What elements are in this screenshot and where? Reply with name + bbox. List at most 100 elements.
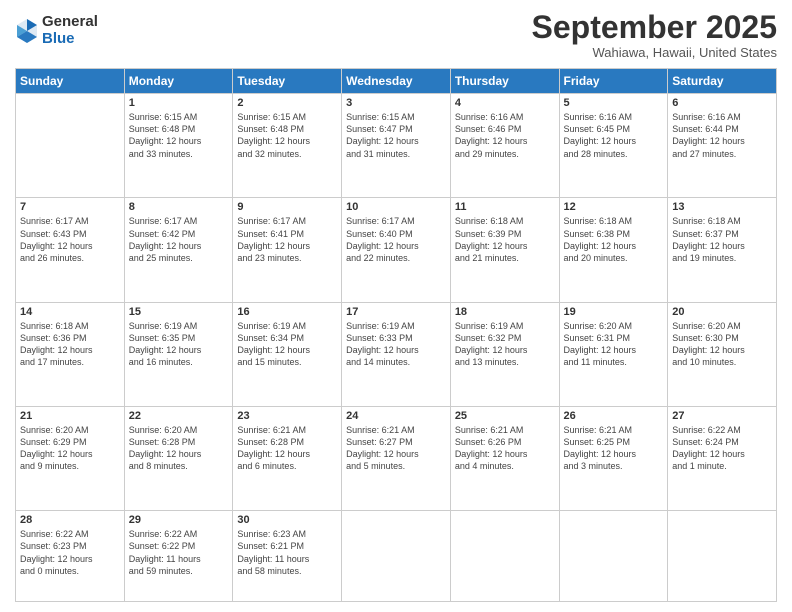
day-cell: 13 Sunrise: 6:18 AMSunset: 6:37 PMDayligh… xyxy=(668,198,777,302)
day-info: Sunrise: 6:15 AMSunset: 6:48 PMDaylight:… xyxy=(237,111,337,160)
day-info: Sunrise: 6:17 AMSunset: 6:41 PMDaylight:… xyxy=(237,215,337,264)
day-info: Sunrise: 6:21 AMSunset: 6:27 PMDaylight:… xyxy=(346,424,446,473)
day-cell: 23Sunrise: 6:21 AMSunset: 6:28 PMDayligh… xyxy=(233,407,342,511)
day-cell: 19Sunrise: 6:20 AMSunset: 6:31 PMDayligh… xyxy=(559,302,668,406)
day-number: 12 xyxy=(564,201,664,213)
header-cell-tuesday: Tuesday xyxy=(233,69,342,94)
day-info: Sunrise: 6:20 AMSunset: 6:28 PMDaylight:… xyxy=(129,424,229,473)
header-cell-saturday: Saturday xyxy=(668,69,777,94)
day-info: Sunrise: 6:17 AMSunset: 6:42 PMDaylight:… xyxy=(129,215,229,264)
day-number: 16 xyxy=(237,306,337,318)
day-number: 27 xyxy=(672,410,772,422)
day-number: 1 xyxy=(129,97,229,109)
header-cell-wednesday: Wednesday xyxy=(342,69,451,94)
day-info: Sunrise: 6:15 AMSunset: 6:48 PMDaylight:… xyxy=(129,111,229,160)
day-cell: 1 Sunrise: 6:15 AMSunset: 6:48 PMDaylight… xyxy=(124,94,233,198)
logo-icon xyxy=(15,17,39,45)
day-number: 6 xyxy=(672,97,772,109)
day-cell: 9 Sunrise: 6:17 AMSunset: 6:41 PMDaylight… xyxy=(233,198,342,302)
day-cell: 5 Sunrise: 6:16 AMSunset: 6:45 PMDaylight… xyxy=(559,94,668,198)
day-info: Sunrise: 6:22 AMSunset: 6:24 PMDaylight:… xyxy=(672,424,772,473)
day-cell: 21 Sunrise: 6:20 AMSunset: 6:29 PMDayligh… xyxy=(16,407,125,511)
header-row: SundayMondayTuesdayWednesdayThursdayFrid… xyxy=(16,69,777,94)
day-info: Sunrise: 6:19 AMSunset: 6:34 PMDaylight:… xyxy=(237,320,337,369)
day-number: 29 xyxy=(129,514,229,526)
day-cell: 28 Sunrise: 6:22 AMSunset: 6:23 PMDayligh… xyxy=(16,511,125,602)
day-info: Sunrise: 6:19 AMSunset: 6:35 PMDaylight:… xyxy=(129,320,229,369)
calendar: SundayMondayTuesdayWednesdayThursdayFrid… xyxy=(15,68,777,602)
header-cell-sunday: Sunday xyxy=(16,69,125,94)
day-number: 9 xyxy=(237,201,337,213)
day-cell: 4Sunrise: 6:16 AMSunset: 6:46 PMDaylight… xyxy=(450,94,559,198)
logo: General Blue xyxy=(15,14,98,47)
day-info: Sunrise: 6:16 AMSunset: 6:44 PMDaylight:… xyxy=(672,111,772,160)
day-info: Sunrise: 6:17 AMSunset: 6:40 PMDaylight:… xyxy=(346,215,446,264)
day-info: Sunrise: 6:18 AMSunset: 6:39 PMDaylight:… xyxy=(455,215,555,264)
day-cell: 7Sunrise: 6:17 AMSunset: 6:43 PMDaylight… xyxy=(16,198,125,302)
day-number: 8 xyxy=(129,201,229,213)
day-number: 2 xyxy=(237,97,337,109)
day-cell: 27 Sunrise: 6:22 AMSunset: 6:24 PMDayligh… xyxy=(668,407,777,511)
day-cell: 14 Sunrise: 6:18 AMSunset: 6:36 PMDayligh… xyxy=(16,302,125,406)
day-info: Sunrise: 6:19 AMSunset: 6:32 PMDaylight:… xyxy=(455,320,555,369)
day-cell: 3 Sunrise: 6:15 AMSunset: 6:47 PMDaylight… xyxy=(342,94,451,198)
week-row-3: 14 Sunrise: 6:18 AMSunset: 6:36 PMDayligh… xyxy=(16,302,777,406)
day-info: Sunrise: 6:20 AMSunset: 6:30 PMDaylight:… xyxy=(672,320,772,369)
day-number: 28 xyxy=(20,514,120,526)
day-number: 7 xyxy=(20,201,120,213)
day-info: Sunrise: 6:21 AMSunset: 6:26 PMDaylight:… xyxy=(455,424,555,473)
day-cell: 11Sunrise: 6:18 AMSunset: 6:39 PMDayligh… xyxy=(450,198,559,302)
location: Wahiawa, Hawaii, United States xyxy=(532,45,777,60)
day-cell xyxy=(450,511,559,602)
day-cell: 20 Sunrise: 6:20 AMSunset: 6:30 PMDayligh… xyxy=(668,302,777,406)
header-cell-friday: Friday xyxy=(559,69,668,94)
day-number: 30 xyxy=(237,514,337,526)
header-cell-thursday: Thursday xyxy=(450,69,559,94)
day-info: Sunrise: 6:22 AMSunset: 6:23 PMDaylight:… xyxy=(20,528,120,577)
day-cell xyxy=(342,511,451,602)
day-cell: 2 Sunrise: 6:15 AMSunset: 6:48 PMDaylight… xyxy=(233,94,342,198)
week-row-2: 7Sunrise: 6:17 AMSunset: 6:43 PMDaylight… xyxy=(16,198,777,302)
day-info: Sunrise: 6:20 AMSunset: 6:29 PMDaylight:… xyxy=(20,424,120,473)
week-row-5: 28 Sunrise: 6:22 AMSunset: 6:23 PMDayligh… xyxy=(16,511,777,602)
day-number: 3 xyxy=(346,97,446,109)
day-info: Sunrise: 6:16 AMSunset: 6:45 PMDaylight:… xyxy=(564,111,664,160)
day-number: 5 xyxy=(564,97,664,109)
day-cell: 16 Sunrise: 6:19 AMSunset: 6:34 PMDayligh… xyxy=(233,302,342,406)
day-cell: 24 Sunrise: 6:21 AMSunset: 6:27 PMDayligh… xyxy=(342,407,451,511)
day-number: 18 xyxy=(455,306,555,318)
header: General Blue September 2025 Wahiawa, Haw… xyxy=(15,10,777,60)
day-cell: 29Sunrise: 6:22 AMSunset: 6:22 PMDayligh… xyxy=(124,511,233,602)
day-info: Sunrise: 6:18 AMSunset: 6:36 PMDaylight:… xyxy=(20,320,120,369)
day-info: Sunrise: 6:19 AMSunset: 6:33 PMDaylight:… xyxy=(346,320,446,369)
day-number: 26 xyxy=(564,410,664,422)
day-info: Sunrise: 6:15 AMSunset: 6:47 PMDaylight:… xyxy=(346,111,446,160)
day-cell xyxy=(16,94,125,198)
day-cell: 26Sunrise: 6:21 AMSunset: 6:25 PMDayligh… xyxy=(559,407,668,511)
day-cell: 18 Sunrise: 6:19 AMSunset: 6:32 PMDayligh… xyxy=(450,302,559,406)
day-number: 14 xyxy=(20,306,120,318)
logo-blue: Blue xyxy=(42,31,98,48)
day-info: Sunrise: 6:23 AMSunset: 6:21 PMDaylight:… xyxy=(237,528,337,577)
day-info: Sunrise: 6:18 AMSunset: 6:37 PMDaylight:… xyxy=(672,215,772,264)
day-number: 22 xyxy=(129,410,229,422)
month-title: September 2025 xyxy=(532,10,777,45)
day-number: 13 xyxy=(672,201,772,213)
day-number: 24 xyxy=(346,410,446,422)
day-info: Sunrise: 6:18 AMSunset: 6:38 PMDaylight:… xyxy=(564,215,664,264)
header-cell-monday: Monday xyxy=(124,69,233,94)
day-info: Sunrise: 6:16 AMSunset: 6:46 PMDaylight:… xyxy=(455,111,555,160)
day-number: 25 xyxy=(455,410,555,422)
day-cell: 30 Sunrise: 6:23 AMSunset: 6:21 PMDayligh… xyxy=(233,511,342,602)
title-block: September 2025 Wahiawa, Hawaii, United S… xyxy=(532,10,777,60)
logo-general: General xyxy=(42,14,98,31)
day-number: 21 xyxy=(20,410,120,422)
day-cell xyxy=(559,511,668,602)
day-cell: 25 Sunrise: 6:21 AMSunset: 6:26 PMDayligh… xyxy=(450,407,559,511)
day-number: 10 xyxy=(346,201,446,213)
day-cell: 17Sunrise: 6:19 AMSunset: 6:33 PMDayligh… xyxy=(342,302,451,406)
logo-text: General Blue xyxy=(42,14,98,47)
day-cell: 10 Sunrise: 6:17 AMSunset: 6:40 PMDayligh… xyxy=(342,198,451,302)
day-number: 20 xyxy=(672,306,772,318)
week-row-4: 21 Sunrise: 6:20 AMSunset: 6:29 PMDayligh… xyxy=(16,407,777,511)
